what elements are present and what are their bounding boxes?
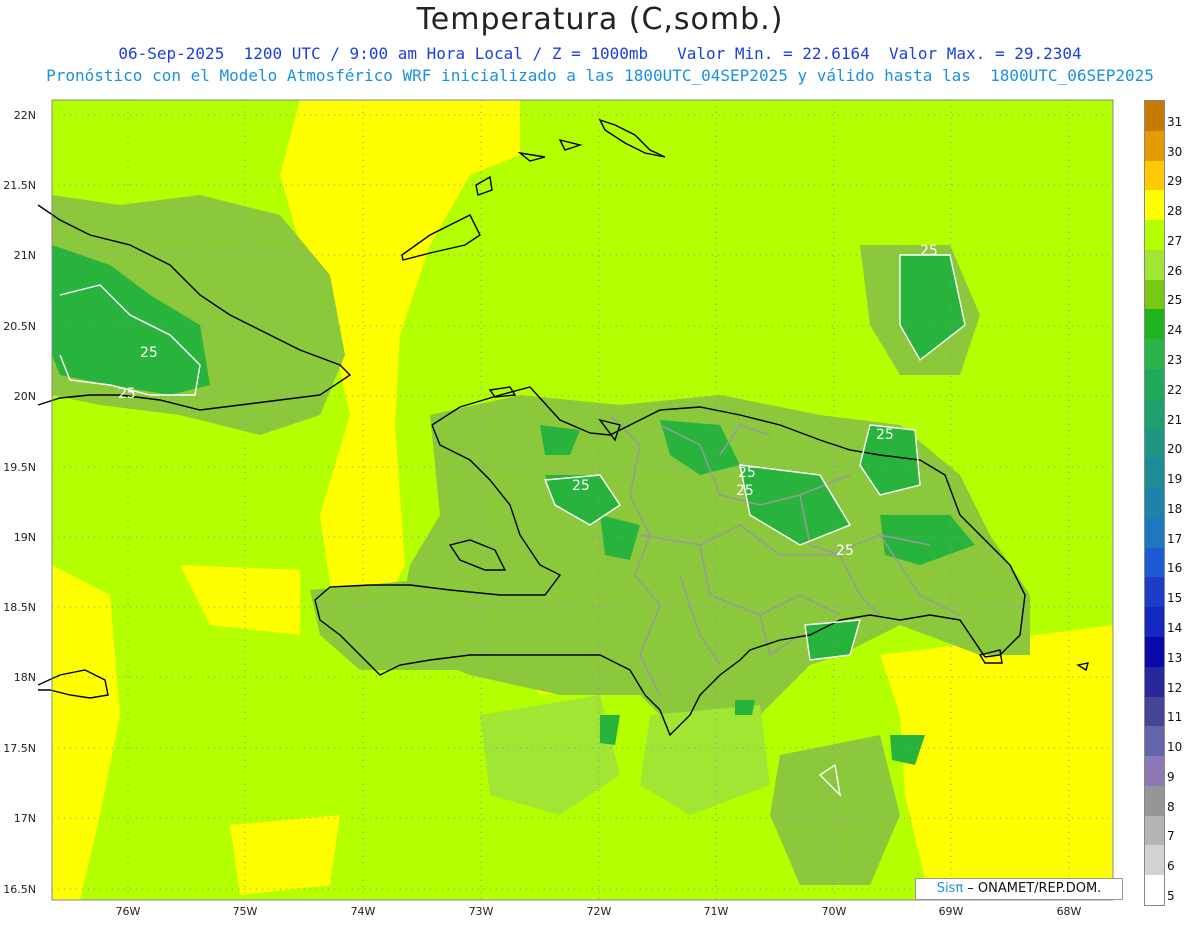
- lat-tick: 21N: [13, 249, 36, 262]
- legend-label: 29: [1167, 174, 1183, 189]
- lon-tick: 73W: [468, 905, 494, 918]
- legend-label: 14: [1167, 621, 1183, 635]
- legend-swatch: [1145, 726, 1164, 757]
- legend-swatch: [1145, 517, 1164, 548]
- lat-tick: 20N: [13, 390, 36, 403]
- lon-tick: 68W: [1056, 905, 1082, 918]
- legend-swatch: [1145, 785, 1164, 816]
- lon-tick: 71W: [703, 905, 729, 918]
- legend-swatch: [1145, 339, 1164, 370]
- credit-box: Sisπ – ONAMET/REP.DOM.: [915, 878, 1123, 900]
- legend-label: 5: [1167, 889, 1175, 903]
- temperature-map: 25 25 25 25 25 25 25 25: [37, 99, 1114, 901]
- legend-label: 30: [1167, 144, 1183, 159]
- lat-tick: 19.5N: [3, 461, 36, 474]
- lat-tick: 17N: [13, 812, 36, 825]
- legend-label: 16: [1167, 561, 1183, 576]
- legend-swatch: [1145, 458, 1164, 489]
- legend-swatch: [1145, 756, 1164, 787]
- legend-swatch: [1145, 845, 1164, 876]
- lat-tick: 22N: [13, 109, 36, 122]
- contour-label: 25: [876, 427, 894, 443]
- lon-tick: 74W: [350, 905, 376, 918]
- legend-swatch: [1145, 130, 1164, 161]
- legend-label: 11: [1167, 710, 1183, 725]
- legend-swatch: [1145, 190, 1164, 221]
- legend-swatch: [1145, 398, 1164, 429]
- legend-label: 26: [1167, 263, 1183, 278]
- sispi-logo: Sisπ: [936, 881, 964, 896]
- run-info: 06-Sep-2025 1200 UTC / 9:00 am Hora Loca…: [118, 44, 1082, 63]
- legend-label: 19: [1167, 472, 1183, 487]
- legend-label: 25: [1167, 293, 1183, 308]
- contour-label: 25: [736, 483, 754, 499]
- contour-label: 25: [118, 386, 136, 402]
- legend-swatch: [1145, 309, 1164, 340]
- legend-label: 7: [1167, 829, 1175, 844]
- lat-tick: 21.5N: [3, 179, 36, 192]
- legend-label: 12: [1167, 680, 1183, 695]
- credit-org: – ONAMET/REP.DOM.: [963, 881, 1102, 896]
- legend-label: 31: [1167, 114, 1183, 129]
- legend-swatch: [1145, 428, 1164, 459]
- legend-swatch: [1145, 488, 1164, 519]
- map-title: Temperatura (C,somb.): [416, 2, 784, 37]
- legend-label: 6: [1167, 859, 1175, 874]
- contour-label: 25: [920, 243, 938, 259]
- lat-tick: 17.5N: [3, 742, 36, 755]
- legend-swatch: [1145, 577, 1164, 608]
- legend-swatch: [1145, 607, 1164, 638]
- lat-tick: 18N: [13, 671, 36, 684]
- legend-swatch: [1145, 220, 1164, 251]
- model-info: Pronóstico con el Modelo Atmosférico WRF…: [46, 66, 1154, 85]
- legend-label: 23: [1167, 353, 1183, 367]
- lat-tick: 20.5N: [3, 320, 36, 333]
- lon-tick: 70W: [821, 905, 847, 918]
- legend-swatch: [1145, 249, 1164, 280]
- legend-label: 24: [1167, 323, 1183, 338]
- legend-label: 22: [1167, 382, 1183, 397]
- legend-swatch: [1145, 279, 1164, 310]
- lon-tick: 76W: [115, 905, 141, 918]
- legend-label: 20: [1167, 442, 1183, 457]
- legend-swatch: [1145, 696, 1164, 727]
- lat-tick: 19N: [13, 531, 36, 544]
- legend-label: 10: [1167, 740, 1183, 755]
- contour-label: 25: [572, 478, 590, 494]
- legend-swatch: [1145, 815, 1164, 846]
- legend-swatch: [1145, 637, 1164, 667]
- lat-tick: 16.5N: [3, 883, 36, 896]
- legend-label: 28: [1167, 204, 1183, 219]
- legend-label: 9: [1167, 769, 1175, 784]
- lat-tick: 18.5N: [3, 601, 36, 614]
- lon-tick: 75W: [232, 905, 258, 918]
- legend-label: 27: [1167, 233, 1183, 248]
- contour-label: 25: [738, 465, 756, 481]
- legend-label: 17: [1167, 531, 1183, 546]
- legend-swatch: [1145, 101, 1164, 131]
- legend-swatch: [1145, 160, 1164, 191]
- legend-label: 13: [1167, 650, 1183, 665]
- lon-tick: 72W: [586, 905, 612, 918]
- contour-label: 25: [836, 543, 854, 559]
- legend-label: 18: [1167, 501, 1183, 516]
- legend-label: 21: [1167, 412, 1183, 427]
- lon-tick: 69W: [938, 905, 964, 918]
- legend-label: 15: [1167, 591, 1183, 606]
- legend-swatch: [1145, 369, 1164, 399]
- legend-swatch: [1145, 547, 1164, 578]
- color-legend: [1144, 100, 1165, 906]
- contour-label: 25: [140, 345, 158, 361]
- legend-label: 8: [1167, 799, 1175, 814]
- legend-swatch: [1145, 666, 1164, 697]
- legend-swatch: [1145, 875, 1164, 906]
